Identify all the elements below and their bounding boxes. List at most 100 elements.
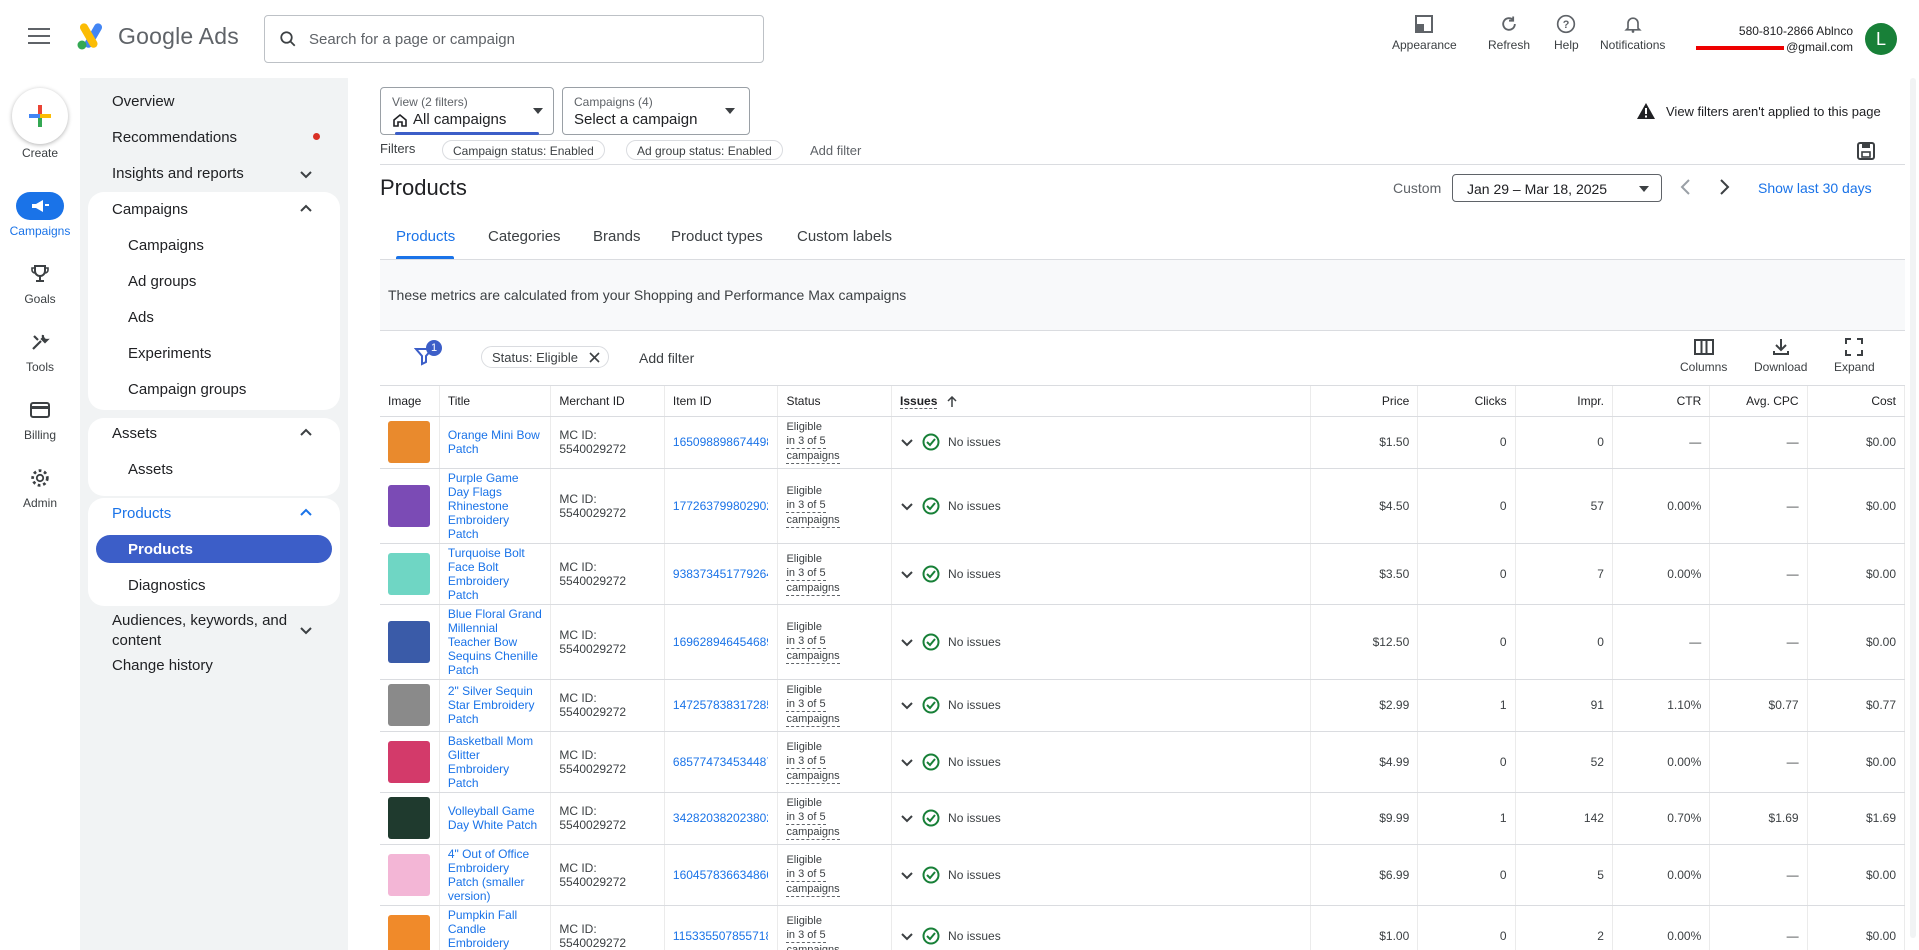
main-menu-icon[interactable] xyxy=(28,28,50,46)
chevron-up-icon[interactable] xyxy=(300,427,312,439)
col-price[interactable]: Price xyxy=(1310,386,1419,417)
expand-button[interactable]: Expand xyxy=(1834,338,1875,374)
rail-goals[interactable]: Goals xyxy=(0,260,80,306)
status-detail[interactable]: in 3 of 5 xyxy=(786,867,826,882)
product-title-link[interactable]: Blue Floral Grand Millennial Teacher Bow… xyxy=(448,607,542,677)
table-add-filter[interactable]: Add filter xyxy=(639,350,694,366)
item-id-link[interactable]: 342820382023802 xyxy=(673,811,768,825)
product-title-link[interactable]: Orange Mini Bow Patch xyxy=(448,428,540,456)
product-thumbnail[interactable] xyxy=(388,797,430,839)
nav-experiments[interactable]: Experiments xyxy=(128,345,211,362)
google-ads-logo[interactable]: Google Ads xyxy=(76,22,239,50)
page-scrollbar[interactable] xyxy=(1909,78,1917,948)
save-icon[interactable] xyxy=(1857,142,1875,160)
nav-diagnostics[interactable]: Diagnostics xyxy=(128,577,206,594)
item-id-link[interactable]: 165098898674498 xyxy=(673,435,768,449)
table-row[interactable]: Pumpkin Fall Candle Embroidery Patch MC I… xyxy=(380,905,1906,950)
col-merchant-id[interactable]: Merchant ID xyxy=(550,386,665,417)
product-title-link[interactable]: Purple Game Day Flags Rhinestone Embroid… xyxy=(448,471,519,541)
product-thumbnail[interactable] xyxy=(388,552,430,595)
table-row[interactable]: Basketball Mom Glitter Embroidery Patch M… xyxy=(380,731,1906,793)
product-title-link[interactable]: Turquoise Bolt Face Bolt Embroidery Patc… xyxy=(448,546,525,602)
status-detail-2[interactable]: campaigns xyxy=(786,769,840,784)
chevron-down-icon[interactable] xyxy=(900,567,914,581)
item-id-link[interactable]: 147257838317285 xyxy=(673,698,768,712)
chevron-down-icon[interactable] xyxy=(900,868,914,882)
col-cost[interactable]: Cost xyxy=(1807,386,1906,417)
status-detail[interactable]: in 3 of 5 xyxy=(786,434,826,449)
status-detail[interactable]: in 3 of 5 xyxy=(786,697,826,712)
table-row[interactable]: Orange Mini Bow Patch MC ID: 5540029272 165… xyxy=(380,416,1906,469)
product-thumbnail[interactable] xyxy=(388,620,430,663)
product-thumbnail[interactable] xyxy=(388,684,430,726)
chevron-up-icon[interactable] xyxy=(300,203,312,215)
col-title[interactable]: Title xyxy=(439,386,552,417)
appearance-button[interactable]: Appearance xyxy=(1392,14,1457,52)
table-row[interactable]: 4" Out of Office Embroidery Patch (small… xyxy=(380,844,1906,906)
search-box[interactable] xyxy=(264,15,764,63)
nav-ad-groups[interactable]: Ad groups xyxy=(128,273,196,290)
item-id-link[interactable]: 160457836634860 xyxy=(673,868,768,882)
nav-assets-section[interactable]: Assets xyxy=(112,425,157,442)
col-impressions[interactable]: Impr. xyxy=(1515,386,1613,417)
nav-products-section[interactable]: Products xyxy=(112,505,171,522)
view-filter-dropdown[interactable]: View (2 filters) All campaigns xyxy=(380,87,554,135)
chevron-down-icon[interactable] xyxy=(900,929,914,943)
chevron-down-icon[interactable] xyxy=(900,435,914,449)
nav-assets[interactable]: Assets xyxy=(128,461,173,478)
columns-button[interactable]: Columns xyxy=(1680,338,1727,374)
col-image[interactable]: Image xyxy=(380,386,440,417)
table-row[interactable]: Purple Game Day Flags Rhinestone Embroid… xyxy=(380,468,1906,544)
product-title-link[interactable]: 2" Silver Sequin Star Embroidery Patch xyxy=(448,684,535,726)
help-button[interactable]: ? Help xyxy=(1554,14,1579,52)
chevron-down-icon[interactable] xyxy=(300,624,312,636)
item-id-link[interactable]: 169628946454689 xyxy=(673,635,768,649)
chevron-down-icon[interactable] xyxy=(900,698,914,712)
filter-chip-adgroup-status[interactable]: Ad group status: Enabled xyxy=(626,140,783,160)
status-detail-2[interactable]: campaigns xyxy=(786,825,840,840)
status-detail[interactable]: in 3 of 5 xyxy=(786,498,826,513)
item-id-link[interactable]: 685774734534487 xyxy=(673,755,768,769)
product-thumbnail[interactable] xyxy=(388,484,430,527)
status-detail-2[interactable]: campaigns xyxy=(786,882,840,897)
chevron-up-icon[interactable] xyxy=(300,507,312,519)
close-icon[interactable] xyxy=(589,352,600,363)
product-thumbnail[interactable] xyxy=(388,914,430,950)
col-item-id[interactable]: Item ID xyxy=(664,386,779,417)
table-row[interactable]: Volleyball Game Day White Patch MC ID: 554… xyxy=(380,792,1906,845)
avatar[interactable]: L xyxy=(1865,23,1897,55)
table-row[interactable]: 2" Silver Sequin Star Embroidery Patch MC… xyxy=(380,679,1906,732)
download-button[interactable]: Download xyxy=(1754,338,1807,374)
product-title-link[interactable]: Basketball Mom Glitter Embroidery Patch xyxy=(448,734,533,790)
date-range-picker[interactable]: Jan 29 – Mar 18, 2025 xyxy=(1452,174,1662,202)
refresh-button[interactable]: Refresh xyxy=(1488,14,1530,52)
nav-campaigns-section[interactable]: Campaigns xyxy=(112,201,188,218)
product-thumbnail[interactable] xyxy=(388,740,430,783)
create-button[interactable] xyxy=(12,88,68,144)
nav-insights[interactable]: Insights and reports xyxy=(112,165,244,182)
show-last-30-days-link[interactable]: Show last 30 days xyxy=(1758,180,1872,196)
account-info[interactable]: 580-810-2866 Ablnco @gmail.com xyxy=(1696,23,1853,55)
col-ctr[interactable]: CTR xyxy=(1612,386,1711,417)
status-detail[interactable]: in 3 of 5 xyxy=(786,566,826,581)
tab-products[interactable]: Products xyxy=(396,228,455,245)
col-issues[interactable]: Issues xyxy=(891,386,1311,417)
rail-billing[interactable]: Billing xyxy=(0,396,80,442)
rail-admin[interactable]: Admin xyxy=(0,464,80,510)
nav-audiences[interactable]: Audiences, keywords, and content xyxy=(112,611,287,651)
rail-campaigns[interactable]: Campaigns xyxy=(0,192,80,238)
product-title-link[interactable]: Volleyball Game Day White Patch xyxy=(448,804,537,832)
status-detail-2[interactable]: campaigns xyxy=(786,943,839,950)
chevron-left-icon[interactable] xyxy=(1680,178,1692,196)
campaign-filter-dropdown[interactable]: Campaigns (4) Select a campaign xyxy=(562,87,750,135)
notifications-button[interactable]: Notifications xyxy=(1600,14,1665,52)
status-detail-2[interactable]: campaigns xyxy=(786,449,840,464)
add-filter-link[interactable]: Add filter xyxy=(810,143,861,158)
product-thumbnail[interactable] xyxy=(388,421,430,463)
item-id-link[interactable]: 115335507855718 xyxy=(673,929,768,943)
chevron-down-icon[interactable] xyxy=(900,755,914,769)
product-thumbnail[interactable] xyxy=(388,853,430,896)
status-detail[interactable]: in 3 of 5 xyxy=(786,810,826,825)
status-detail[interactable]: in 3 of 5 xyxy=(786,754,826,769)
filter-chip-campaign-status[interactable]: Campaign status: Enabled xyxy=(442,140,605,160)
